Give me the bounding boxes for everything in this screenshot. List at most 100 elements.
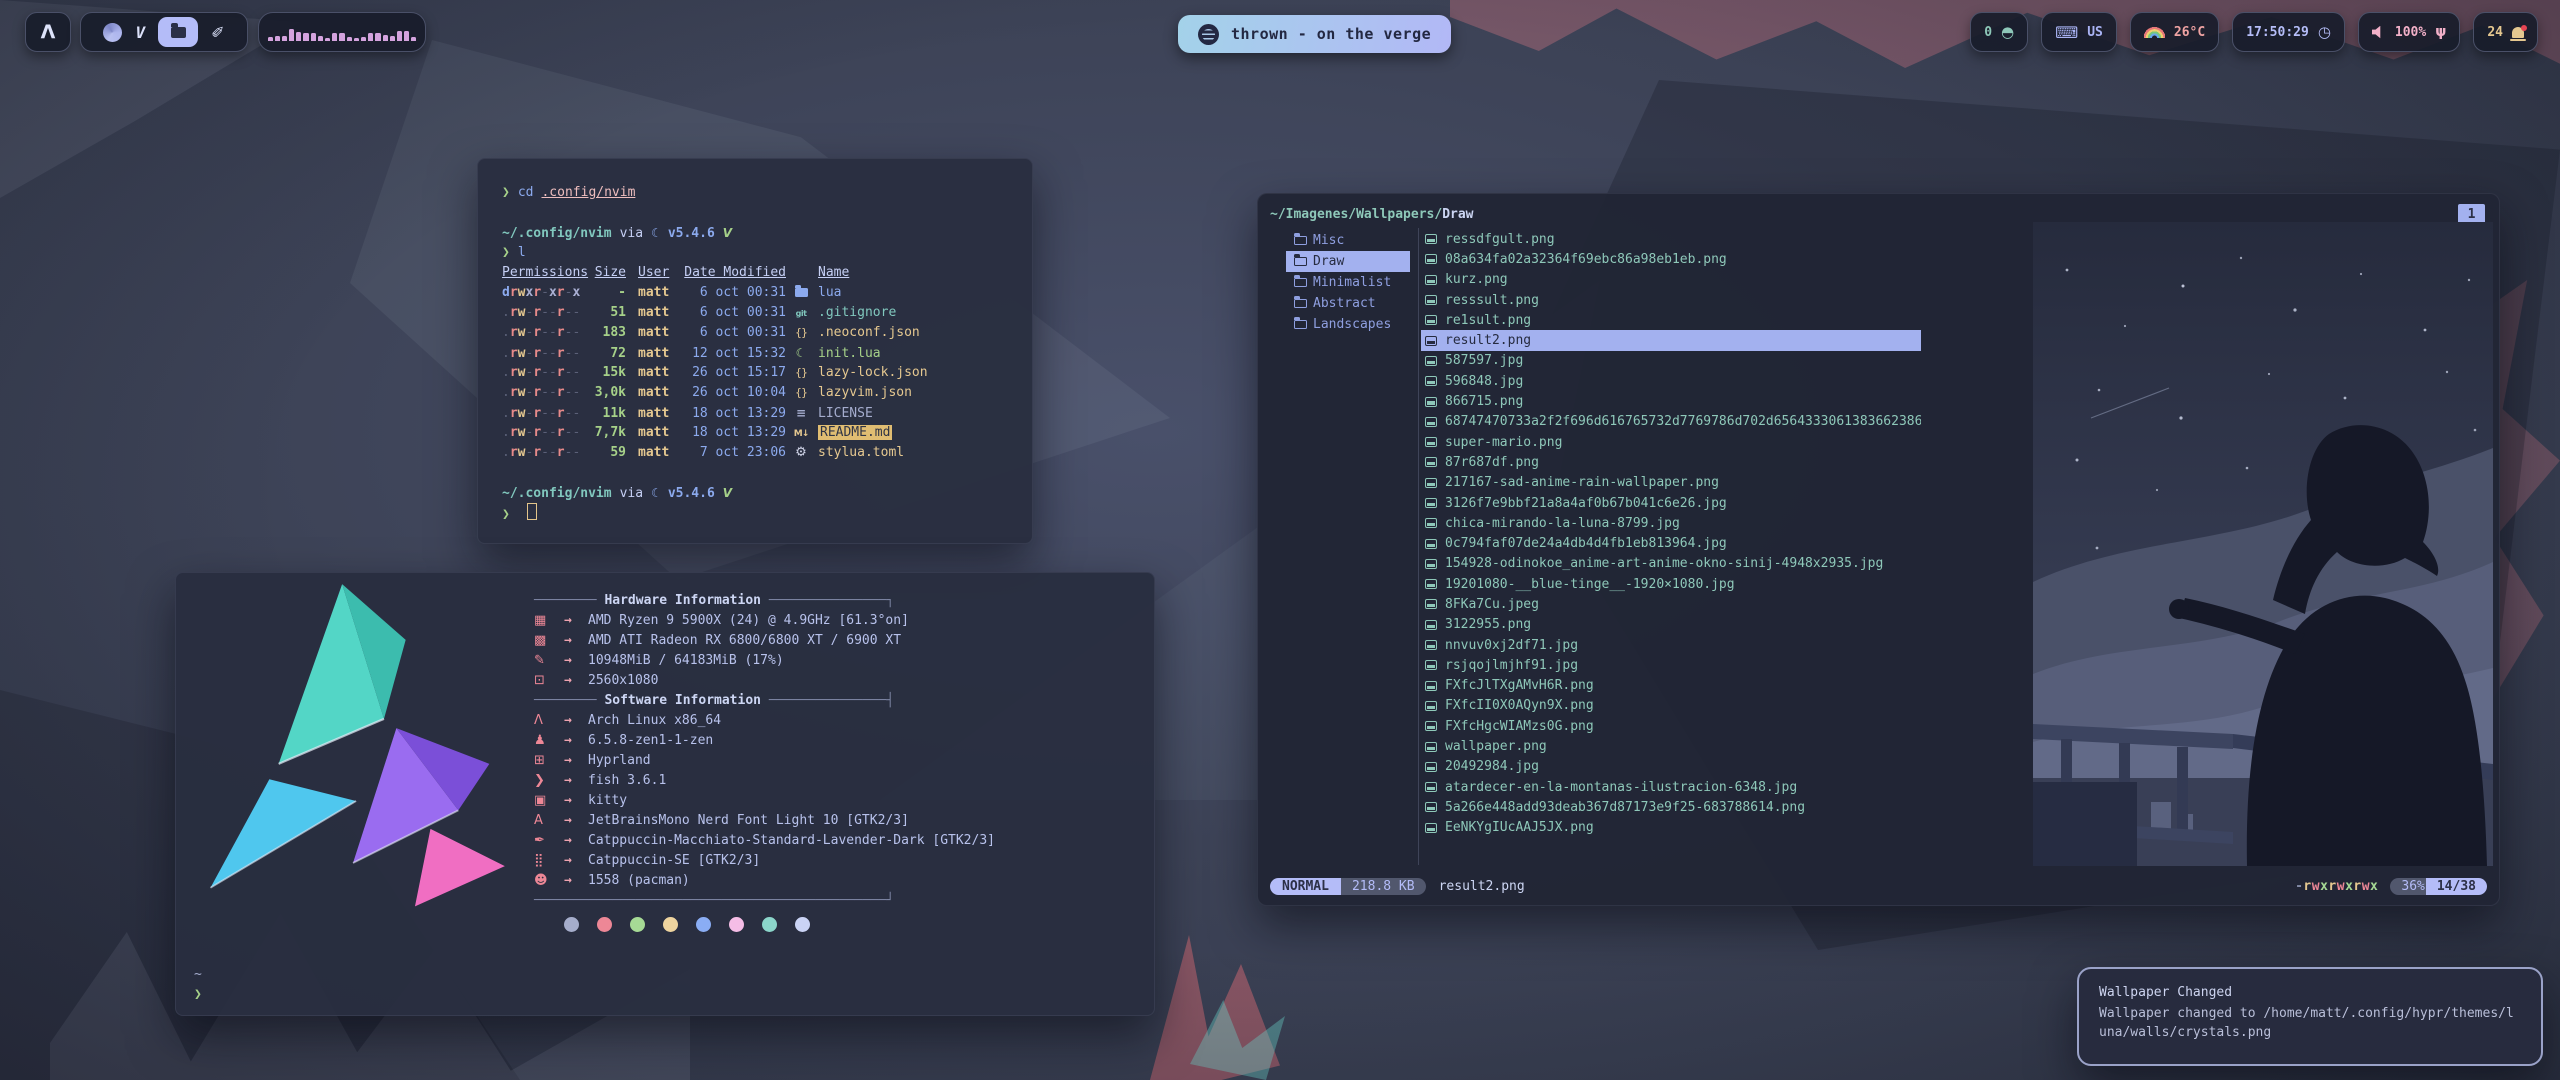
file-list-item[interactable]: 87r687df.png [1421, 452, 1921, 472]
terminal-window[interactable]: ❯cd.config/nvim ~/.config/nvimviav5.4.6 … [477, 158, 1033, 544]
file-list-item[interactable]: 3126f7e9bbf21a8a4af0b67b041c6e26.jpg [1421, 493, 1921, 513]
tray-weather[interactable]: 26°C [2130, 12, 2219, 52]
fetch-window[interactable]: ──────── Hardware Information ──────────… [175, 572, 1155, 1016]
file-manager-window[interactable]: ~/Imagenes/Wallpapers/Draw 1 MiscDrawMin… [1257, 193, 2500, 906]
file-list-item[interactable]: wallpaper.png [1421, 736, 1921, 756]
file-name: result2.png [1445, 333, 1531, 348]
file-name: 587597.jpg [1445, 353, 1523, 368]
vim-icon [723, 223, 732, 243]
command: cd [518, 185, 534, 200]
file-list-item[interactable]: 217167-sad-anime-rain-wallpaper.png [1421, 473, 1921, 493]
image-file-icon [1425, 802, 1437, 812]
file-list-item[interactable]: 3122955.png [1421, 615, 1921, 635]
prompt-via: via [620, 486, 643, 501]
gear-icon [795, 443, 807, 463]
notification-popup[interactable]: Wallpaper Changed Wallpaper changed to /… [2077, 967, 2543, 1066]
file-name: 5a266e448add93deab367d87173e9f25-6837886… [1445, 800, 1805, 815]
image-file-icon [1425, 417, 1437, 427]
updates-value: 0 [1984, 25, 1992, 40]
git-icon [796, 304, 807, 324]
file-list-item[interactable]: chica-mirando-la-luna-8799.jpg [1421, 513, 1921, 533]
notification-body: Wallpaper changed to /home/matt/.config/… [2099, 1004, 2521, 1042]
font-icon: A [534, 811, 564, 831]
sidebar-folder-draw[interactable]: Draw [1286, 251, 1410, 272]
file-list-item[interactable]: nnvuv0xj2df71.jpg [1421, 635, 1921, 655]
tray-volume[interactable]: 100% [2358, 12, 2460, 52]
file-list-item[interactable]: 0c794faf07de24a4db4d4fb1eb813964.jpg [1421, 533, 1921, 553]
file-name: 8FKa7Cu.jpeg [1445, 597, 1539, 612]
file-list-item[interactable]: FXfcHgcWIAMzs0G.png [1421, 716, 1921, 736]
file-list-item[interactable]: rsjqojlmjhf91.jpg [1421, 655, 1921, 675]
file-name: 0c794faf07de24a4db4d4fb1eb813964.jpg [1445, 536, 1727, 551]
size-cell: 72 [586, 344, 630, 364]
file-list-item[interactable]: 154928-odinokoe_anime-art-anime-okno-sin… [1421, 554, 1921, 574]
image-preview-pane [2033, 222, 2493, 866]
file-name: resssult.png [1445, 293, 1539, 308]
user-cell: matt [630, 363, 682, 383]
media-player-widget[interactable]: thrown - on the verge [1178, 15, 1451, 53]
file-list-item[interactable]: 08a634fa02a32364f69ebc86a98eb1eb.png [1421, 249, 1921, 269]
neovim-icon [135, 23, 145, 42]
arrow-icon: → [564, 791, 588, 811]
info-row: ❯→fish 3.6.1 [534, 771, 995, 791]
file-name: super-mario.png [1445, 435, 1562, 450]
image-file-icon [1425, 579, 1437, 589]
file-list-item[interactable]: 596848.jpg [1421, 371, 1921, 391]
file-list-item[interactable]: result2.png [1421, 330, 1921, 350]
file-list-item[interactable]: resssult.png [1421, 290, 1921, 310]
file-list-item[interactable]: super-mario.png [1421, 432, 1921, 452]
tray-clock[interactable]: 17:50:29 [2232, 12, 2345, 52]
date-cell: 12 oct 15:32 [682, 344, 786, 364]
user-cell: matt [630, 344, 682, 364]
file-name: 87r687df.png [1445, 455, 1539, 470]
file-list-item[interactable]: 19201080-__blue-tinge__-1920×1080.jpg [1421, 574, 1921, 594]
info-value: AMD ATI Radeon RX 6800/6800 XT / 6900 XT [588, 631, 901, 651]
sidebar-folder-minimalist[interactable]: Minimalist [1286, 272, 1410, 293]
date-cell: 26 oct 15:17 [682, 363, 786, 383]
sidebar-folder-misc[interactable]: Misc [1286, 230, 1410, 251]
file-list-item[interactable]: 5a266e448add93deab367d87173e9f25-6837886… [1421, 797, 1921, 817]
dock-item-firefox-icon[interactable] [103, 23, 122, 42]
info-value: 6.5.8-zen1-1-zen [588, 731, 713, 751]
file-list-item[interactable]: kurz.png [1421, 270, 1921, 290]
tray-keyboard-layout[interactable]: US [2041, 12, 2117, 52]
file-list-item[interactable]: 20492984.jpg [1421, 757, 1921, 777]
app-launcher-button[interactable]: Λ [25, 12, 71, 52]
palette-dot [630, 917, 645, 932]
dock-item-file-manager-icon[interactable] [158, 17, 198, 47]
rainbow-icon [2144, 27, 2165, 38]
file-name: 3122955.png [1445, 617, 1531, 632]
dock [80, 12, 248, 52]
tray-updates[interactable]: 0 [1970, 12, 2028, 52]
section-footer: ────────────────────────────────────────… [534, 891, 995, 911]
terminal-prompt-line[interactable]: ❯ [502, 503, 1032, 523]
file-size-badge: 218.8 KB [1341, 878, 1426, 895]
file-list-item[interactable]: FXfcJlTXgAMvH6R.png [1421, 676, 1921, 696]
file-list-item[interactable]: EeNKYgIUcAAJ5JX.png [1421, 818, 1921, 838]
file-list-item[interactable]: ressdfgult.png [1421, 229, 1921, 249]
fetch-prompt[interactable]: ~ ❯ [194, 965, 202, 1005]
file-name: 20492984.jpg [1445, 759, 1539, 774]
file-list-item[interactable]: atardecer-en-la-montanas-ilustracion-634… [1421, 777, 1921, 797]
file-list-item[interactable]: 866715.png [1421, 391, 1921, 411]
dock-item-paintbrush-icon[interactable] [211, 23, 224, 42]
info-row: ✒→Catppuccin-Macchiato-Standard-Lavender… [534, 831, 995, 851]
info-value: 1558 (pacman) [588, 871, 690, 891]
dock-item-neovim-icon[interactable] [135, 23, 145, 42]
file-list-item[interactable]: re1sult.png [1421, 310, 1921, 330]
size-cell: 15k [586, 363, 630, 383]
sidebar-folder-landscapes[interactable]: Landscapes [1286, 314, 1410, 335]
palette-dot [762, 917, 777, 932]
date-cell: 7 oct 23:06 [682, 443, 786, 463]
audio-visualizer[interactable] [258, 12, 426, 52]
file-list-item[interactable]: 8FKa7Cu.jpeg [1421, 594, 1921, 614]
display-icon: ⊡ [534, 671, 564, 691]
book-icon [796, 403, 806, 423]
file-list-item[interactable]: 68747470733a2f2f696d616765732d7769786d70… [1421, 412, 1921, 432]
sidebar-folder-abstract[interactable]: Abstract [1286, 293, 1410, 314]
file-name-cell: init.lua [816, 344, 1032, 364]
file-list-item[interactable]: FXfcII0X0AQyn9X.png [1421, 696, 1921, 716]
tray-notifications[interactable]: 24 [2473, 12, 2538, 52]
date-cell: 6 oct 00:31 [682, 323, 786, 343]
file-list-item[interactable]: 587597.jpg [1421, 351, 1921, 371]
